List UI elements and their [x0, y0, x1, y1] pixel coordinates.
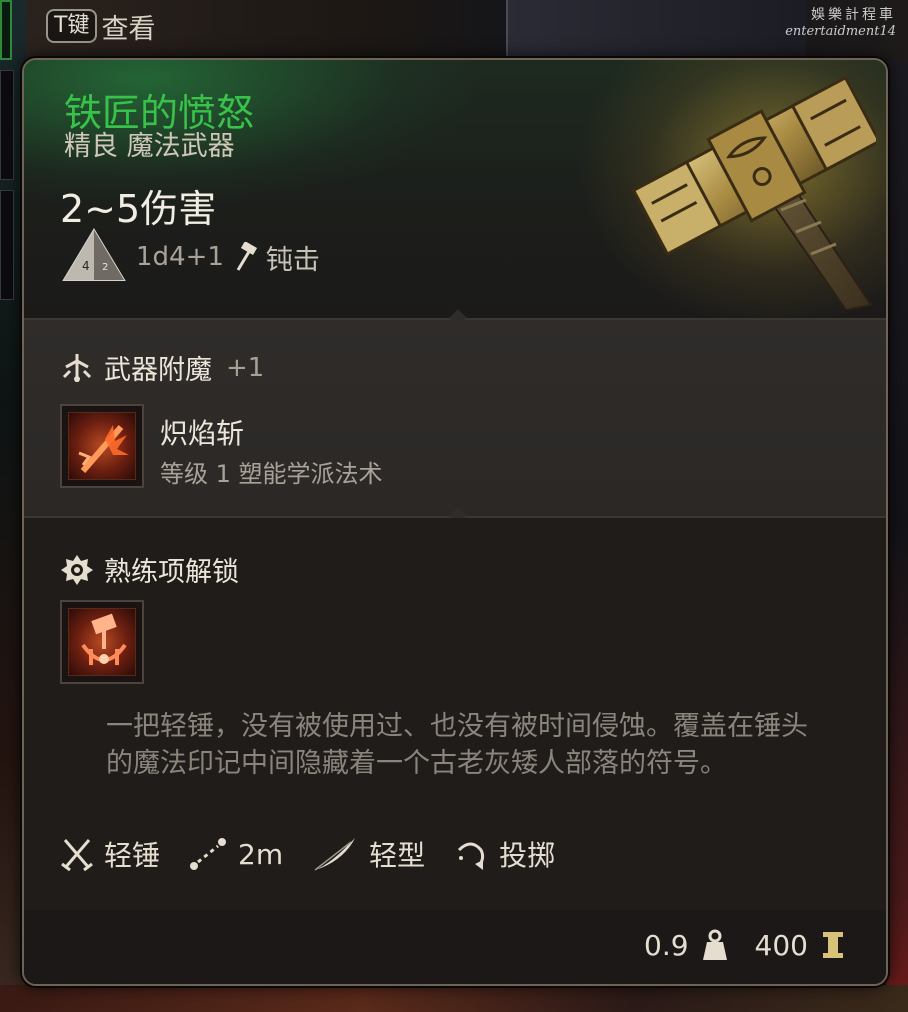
property-label: 轻型: [369, 839, 426, 872]
damage-dice: 1d4+1: [136, 242, 224, 272]
watermark-line2: entertaidment14: [785, 24, 896, 39]
proficiency-badge-icon: [61, 554, 93, 585]
bludgeon-icon: [236, 242, 257, 271]
feather-icon: [314, 838, 356, 871]
proficiency-label: 熟练项解锁: [104, 557, 239, 588]
searing-smite-spell-icon[interactable]: [60, 404, 144, 488]
tooltip-header: 铁匠的愤怒 精良 魔法武器 2~5伤害 4 2 1d4+1 钝击: [24, 60, 886, 330]
item-weight: 0.9: [644, 928, 689, 962]
spell-name: 炽焰斩: [160, 417, 245, 450]
enchantment-title: 武器附魔 +1: [60, 348, 264, 387]
hud-frame: [0, 70, 14, 180]
weapon-action-icon[interactable]: [60, 600, 144, 684]
enchantment-bonus: +1: [226, 352, 265, 383]
property-thrown: 投掷: [453, 834, 555, 874]
proficiency-section: 熟练项解锁 一把轻锤，没有被使用过、也没有被时间侵蚀。覆盖在锤头的魔法印记中间隐…: [24, 518, 886, 984]
damage-dice-row: 4 2 1d4+1 钝击: [60, 226, 320, 288]
item-price: 400: [754, 928, 808, 962]
weapon-properties: 轻锤 2m 轻型 投掷: [60, 834, 555, 874]
inspect-key-hint[interactable]: T键 查看: [46, 8, 156, 45]
item-footer: 0.9 400: [644, 928, 846, 962]
warhammer-image-icon: [631, 75, 876, 310]
property-weapon-type: 轻锤: [60, 834, 160, 874]
d4-dice-icon: 4 2: [62, 228, 126, 281]
fire-slash-icon: [78, 425, 129, 473]
item-description: 一把轻锤，没有被使用过、也没有被时间侵蚀。覆盖在锤头的魔法印记中间隐藏着一个古老…: [106, 711, 808, 779]
svg-text:4: 4: [82, 259, 90, 273]
proficiency-title: 熟练项解锁: [60, 550, 239, 589]
item-damage: 2~5伤害: [60, 187, 217, 231]
key-hint-label: 查看: [101, 13, 156, 45]
range-icon: [190, 838, 227, 870]
enchantment-section: 武器附魔 +1 炽焰斩 等级 1 塑能学派法术: [24, 320, 886, 516]
gold-coin-icon: [823, 932, 843, 958]
watermark: 娛樂計程車 entertaidment14: [785, 4, 896, 39]
throw-icon: [458, 842, 485, 870]
weight-icon: [702, 929, 727, 960]
hammer-action-icon: [81, 613, 127, 665]
key-t-icon: T键: [46, 9, 98, 43]
svg-text:2: 2: [102, 262, 108, 273]
watermark-line1: 娛樂計程車: [811, 7, 896, 23]
item-tooltip: 铁匠的愤怒 精良 魔法武器 2~5伤害 4 2 1d4+1 钝击 武器附魔 +1…: [22, 58, 888, 986]
property-label: 2m: [238, 837, 284, 871]
hud-frame: [0, 190, 14, 300]
game-background-right: [886, 62, 908, 992]
property-range: 2m: [188, 836, 283, 872]
game-background-bottom: [0, 985, 908, 1012]
property-label: 投掷: [499, 839, 556, 872]
game-background-top: [26, 0, 908, 62]
property-label: 轻锤: [104, 839, 161, 872]
portrait-frame: [0, 0, 12, 60]
crossed-weapons-icon: [61, 839, 93, 872]
background-panel: [506, 0, 806, 62]
item-rarity-type: 精良 魔法武器: [64, 131, 235, 162]
enchantment-label: 武器附魔: [104, 355, 212, 386]
damage-type: 钝击: [265, 244, 320, 276]
weapon-enchant-icon: [62, 353, 92, 382]
spell-level-school: 等级 1 塑能学派法术: [160, 460, 383, 488]
property-light: 轻型: [311, 834, 425, 874]
